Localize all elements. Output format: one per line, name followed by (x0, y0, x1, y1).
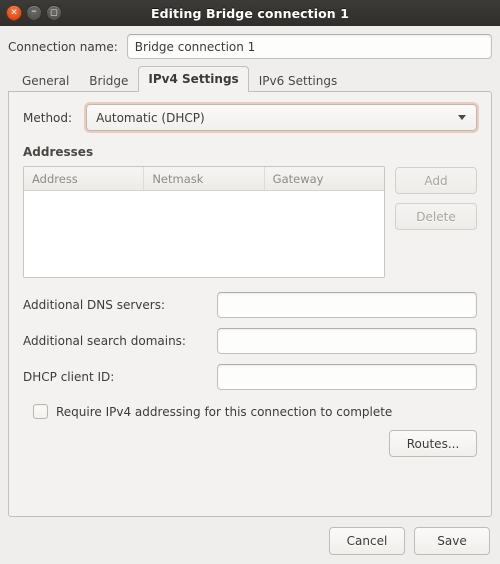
addresses-table[interactable]: Address Netmask Gateway (23, 166, 385, 278)
addresses-area: Address Netmask Gateway Add Delete (23, 166, 477, 278)
tab-ipv4-settings[interactable]: IPv4 Settings (138, 66, 249, 92)
dns-servers-input[interactable] (217, 292, 477, 318)
dialog-body: Connection name: General Bridge IPv4 Set… (0, 26, 500, 517)
window-titlebar: × – □ Editing Bridge connection 1 (0, 0, 500, 26)
tab-bridge[interactable]: Bridge (79, 69, 138, 93)
dhcp-client-id-row: DHCP client ID: (23, 364, 477, 390)
tab-general[interactable]: General (12, 69, 79, 93)
chevron-down-icon (448, 105, 476, 130)
search-domains-label: Additional search domains: (23, 334, 186, 348)
require-ipv4-label: Require IPv4 addressing for this connect… (56, 404, 393, 419)
maximize-glyph: □ (50, 7, 58, 17)
require-ipv4-row[interactable]: Require IPv4 addressing for this connect… (23, 404, 477, 419)
search-domains-input[interactable] (217, 328, 477, 354)
routes-row: Routes... (23, 430, 477, 457)
method-selected-value: Automatic (DHCP) (96, 110, 205, 125)
search-domains-row: Additional search domains: (23, 328, 477, 354)
window-title: Editing Bridge connection 1 (150, 5, 350, 21)
ipv4-settings-panel: Method: Automatic (DHCP) Addresses Addre… (8, 91, 492, 517)
maximize-icon[interactable]: □ (46, 5, 62, 21)
window-controls: × – □ (6, 5, 62, 21)
method-label: Method: (23, 110, 73, 125)
dhcp-client-id-label: DHCP client ID: (23, 370, 115, 384)
dhcp-client-id-input[interactable] (217, 364, 477, 390)
close-glyph: × (10, 7, 18, 17)
routes-button[interactable]: Routes... (389, 430, 477, 457)
minimize-glyph: – (31, 3, 37, 17)
method-row: Method: Automatic (DHCP) (23, 104, 477, 131)
tab-bar: General Bridge IPv4 Settings IPv6 Settin… (8, 66, 492, 93)
add-address-button[interactable]: Add (395, 167, 477, 194)
column-header-gateway[interactable]: Gateway (265, 167, 384, 190)
addresses-table-body[interactable] (24, 191, 384, 277)
save-button[interactable]: Save (414, 526, 490, 555)
column-header-address[interactable]: Address (24, 167, 145, 190)
dns-servers-label: Additional DNS servers: (23, 298, 165, 312)
cancel-button[interactable]: Cancel (329, 526, 405, 555)
method-dropdown[interactable]: Automatic (DHCP) (86, 104, 477, 131)
connection-name-input[interactable] (126, 34, 492, 59)
minimize-icon[interactable]: – (26, 5, 42, 21)
close-icon[interactable]: × (6, 5, 22, 21)
addresses-buttons: Add Delete (395, 166, 477, 230)
dns-servers-row: Additional DNS servers: (23, 292, 477, 318)
dialog-footer: Cancel Save (0, 517, 500, 564)
tab-ipv6-settings[interactable]: IPv6 Settings (249, 69, 348, 93)
addresses-table-header: Address Netmask Gateway (24, 167, 384, 191)
delete-address-button[interactable]: Delete (395, 203, 477, 230)
connection-name-label: Connection name: (8, 39, 118, 54)
column-header-netmask[interactable]: Netmask (144, 167, 265, 190)
addresses-label: Addresses (23, 145, 94, 159)
connection-name-row: Connection name: (8, 34, 492, 59)
require-ipv4-checkbox[interactable] (33, 404, 48, 419)
